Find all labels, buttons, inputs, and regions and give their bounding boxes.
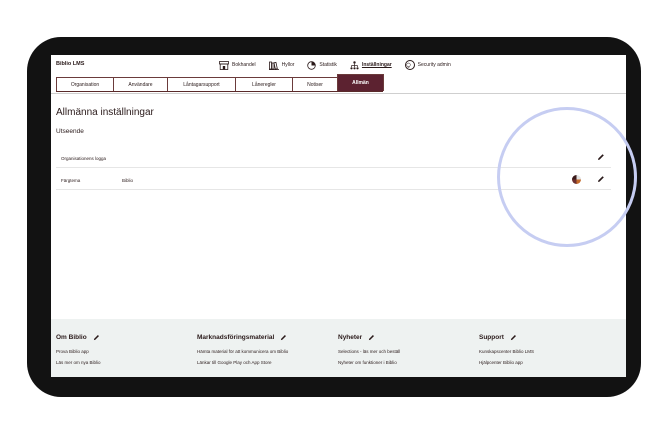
top-nav: Bokhandel Hyllor Statistik Inställningar…	[219, 58, 464, 72]
store-icon	[219, 60, 229, 70]
tab-allman[interactable]: Allmän	[337, 74, 384, 91]
highlight-ring	[497, 107, 637, 247]
footer-link[interactable]: Prova Biblio app	[56, 349, 101, 354]
footer-column-om-biblio: Om Biblio Prova Biblio app Läs mer om ny…	[56, 334, 101, 365]
topnav-label: Hyllor	[281, 62, 295, 68]
setting-value: Biblio	[122, 178, 134, 183]
footer-heading: Nyheter	[338, 334, 400, 341]
lightbulb-icon	[404, 60, 415, 70]
footer-heading: Om Biblio	[56, 334, 101, 341]
footer-link[interactable]: Selections - läs mer och beställ	[338, 349, 400, 354]
bookshelf-icon	[268, 61, 279, 70]
tab-notiser[interactable]: Notiser	[292, 77, 338, 91]
pencil-icon[interactable]	[280, 334, 287, 341]
topnav-label: Bokhandel	[232, 62, 256, 68]
footer: Om Biblio Prova Biblio app Läs mer om ny…	[51, 319, 626, 377]
brand-name: Biblio LMS	[56, 61, 85, 67]
footer-link[interactable]: Hjälpcenter Biblio app	[479, 360, 534, 365]
topnav-item-installningar[interactable]: Inställningar	[350, 60, 392, 70]
footer-heading-text: Marknadsföringsmaterial	[197, 334, 275, 341]
footer-link[interactable]: Kunskapscenter Biblio LMS	[479, 349, 534, 354]
org-chart-icon	[350, 60, 359, 69]
footer-link[interactable]: Läs mer om nya Biblio	[56, 360, 101, 365]
footer-column-nyheter: Nyheter Selections - läs mer och beställ…	[338, 334, 400, 365]
tab-laneregler[interactable]: Låneregler	[235, 77, 293, 91]
topnav-label: Inställningar	[361, 62, 392, 68]
pencil-icon[interactable]	[93, 334, 100, 341]
tab-anvandare[interactable]: Användare	[113, 77, 168, 91]
topnav-item-statistik[interactable]: Statistik	[307, 60, 337, 70]
top-bar: Biblio LMS Bokhandel Hyllor Statistik In…	[51, 55, 626, 75]
pencil-icon[interactable]	[368, 334, 375, 341]
topnav-label: Statistik	[319, 62, 337, 68]
footer-heading: Support	[479, 334, 534, 341]
topnav-label: Security admin	[417, 62, 451, 68]
tab-lantagarsupport[interactable]: Låntagarsupport	[167, 77, 236, 91]
footer-link[interactable]: Nyheter om funktioner i Biblio	[338, 360, 400, 365]
footer-heading-text: Nyheter	[338, 334, 363, 341]
footer-heading: Marknadsföringsmaterial	[197, 334, 288, 341]
settings-tabs: Organisation Användare Låntagarsupport L…	[56, 74, 384, 92]
topnav-item-hyllor[interactable]: Hyllor	[268, 61, 295, 70]
page-title: Allmänna inställningar	[56, 107, 154, 118]
footer-column-marknadsforingsmaterial: Marknadsföringsmaterial Hämta material f…	[197, 334, 288, 365]
pencil-icon[interactable]	[510, 334, 517, 341]
topnav-item-bokhandel[interactable]: Bokhandel	[219, 60, 256, 70]
setting-label: Organisationens logga	[61, 156, 107, 161]
header-divider	[51, 93, 626, 94]
tab-organisation[interactable]: Organisation	[56, 77, 114, 91]
setting-label: Färgtema	[61, 178, 81, 183]
footer-heading-text: Support	[479, 334, 504, 341]
section-title: Utseende	[56, 128, 84, 135]
topnav-item-security-admin[interactable]: Security admin	[404, 60, 451, 70]
footer-link[interactable]: Länkar till Google Play och App Store	[197, 360, 288, 365]
footer-column-support: Support Kunskapscenter Biblio LMS Hjälpc…	[479, 334, 534, 365]
footer-link[interactable]: Hämta material för att kommunicera om Bi…	[197, 349, 288, 354]
footer-heading-text: Om Biblio	[56, 334, 87, 341]
pie-chart-icon	[307, 60, 317, 70]
